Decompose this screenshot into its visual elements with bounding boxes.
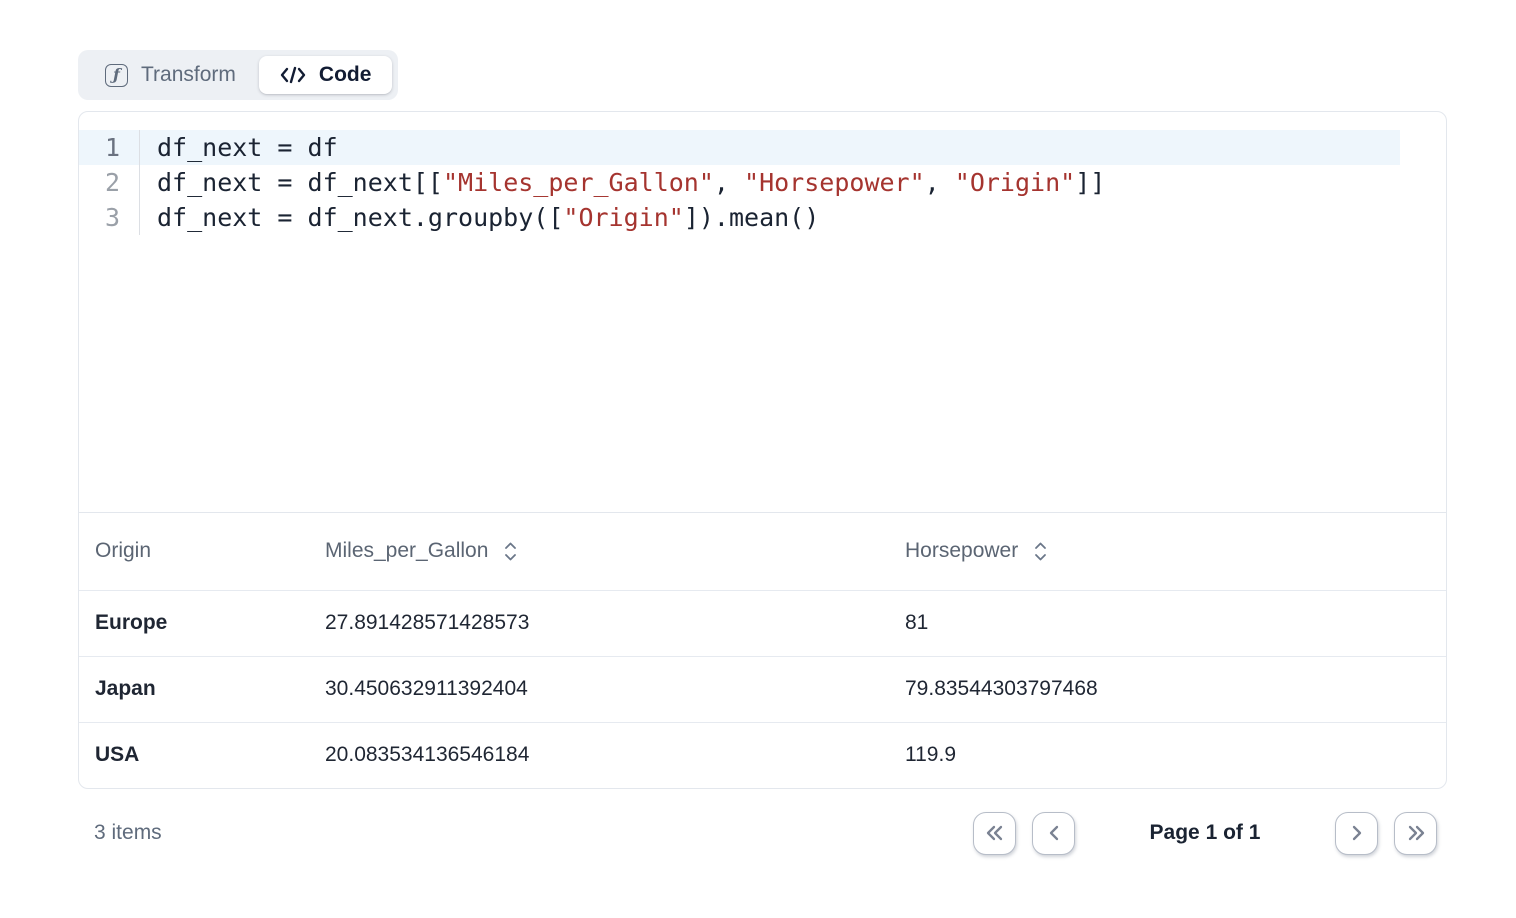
first-page-button[interactable] (973, 812, 1016, 855)
table-footer: 3 items Page 1 of 1 (78, 802, 1447, 864)
cell-miles-per-gallon: 30.450632911392404 (309, 656, 889, 722)
code-line[interactable]: 1 df_next = df (79, 130, 1400, 165)
table-row: USA 20.083534136546184 119.9 (79, 722, 1446, 788)
view-mode-tabbar: ƒ Transform Code (78, 50, 398, 100)
table-header-row: Origin Miles_per_Gallon (79, 513, 1446, 590)
tab-code[interactable]: Code (259, 56, 393, 94)
line-number: 2 (79, 165, 140, 200)
code-line-content: df_next = df (140, 130, 338, 165)
sort-icon[interactable] (503, 541, 518, 562)
last-page-button[interactable] (1394, 812, 1437, 855)
sort-icon[interactable] (1033, 541, 1048, 562)
chevron-right-icon (1350, 825, 1364, 841)
column-header-origin: Origin (79, 513, 309, 590)
page: ƒ Transform Code 1 df_next = df 2 df_ne (0, 0, 1516, 864)
tab-transform[interactable]: ƒ Transform (84, 56, 257, 94)
code-editor[interactable]: 1 df_next = df 2 df_next = df_next[["Mil… (79, 112, 1446, 513)
code-line-content: df_next = df_next[["Miles_per_Gallon", "… (140, 165, 1105, 200)
cell-origin: Europe (79, 590, 309, 656)
pagination: Page 1 of 1 (973, 812, 1437, 855)
chevron-left-icon (1047, 825, 1061, 841)
items-count: 3 items (94, 821, 162, 845)
column-header-miles-per-gallon[interactable]: Miles_per_Gallon (309, 513, 889, 590)
cell-horsepower: 81 (889, 590, 1446, 656)
cell-horsepower: 119.9 (889, 722, 1446, 788)
table-row: Japan 30.450632911392404 79.835443037974… (79, 656, 1446, 722)
page-indicator: Page 1 of 1 (1091, 821, 1319, 845)
cell-miles-per-gallon: 27.891428571428573 (309, 590, 889, 656)
function-icon: ƒ (105, 64, 128, 87)
cell-origin: Japan (79, 656, 309, 722)
code-line-content: df_next = df_next.groupby(["Origin"]).me… (140, 200, 819, 235)
cell-origin: USA (79, 722, 309, 788)
code-brackets-icon (280, 66, 306, 84)
double-chevron-left-icon (985, 825, 1005, 841)
code-line[interactable]: 3 df_next = df_next.groupby(["Origin"]).… (79, 200, 1400, 235)
table-row: Europe 27.891428571428573 81 (79, 590, 1446, 656)
previous-page-button[interactable] (1032, 812, 1075, 855)
cell-miles-per-gallon: 20.083534136546184 (309, 722, 889, 788)
code-line[interactable]: 2 df_next = df_next[["Miles_per_Gallon",… (79, 165, 1400, 200)
double-chevron-right-icon (1406, 825, 1426, 841)
line-number: 3 (79, 200, 140, 235)
cell-horsepower: 79.83544303797468 (889, 656, 1446, 722)
tab-transform-label: Transform (141, 63, 236, 87)
tab-code-label: Code (319, 63, 372, 87)
result-table: Origin Miles_per_Gallon (79, 513, 1446, 788)
column-header-horsepower[interactable]: Horsepower (889, 513, 1446, 590)
line-number: 1 (79, 130, 140, 165)
result-card: 1 df_next = df 2 df_next = df_next[["Mil… (78, 111, 1447, 789)
next-page-button[interactable] (1335, 812, 1378, 855)
